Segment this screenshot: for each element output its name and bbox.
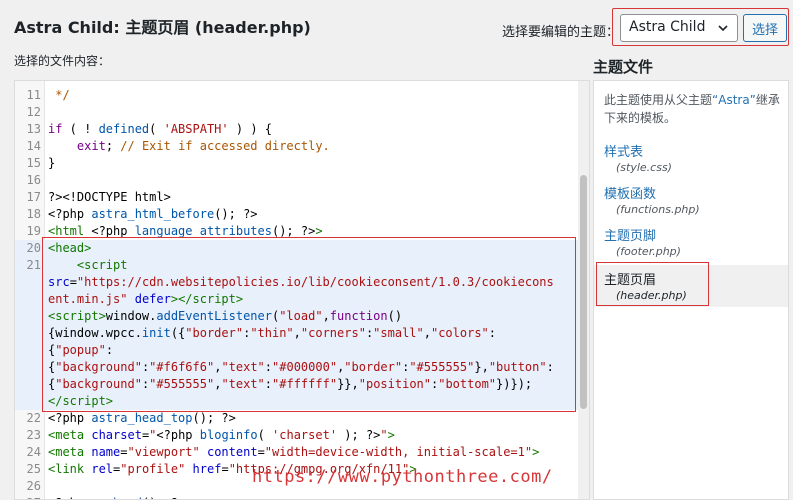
code-line: {window.wpcc.init({"border":"thin","corn… bbox=[15, 325, 589, 342]
code-line: 19 <html <?php language_attributes(); ?>> bbox=[26, 224, 323, 238]
code-line: 11 */ bbox=[26, 88, 70, 102]
code-line: 27<?php wp_head(); ?> bbox=[15, 495, 589, 499]
code-line: 18 <?php astra_html_before(); ?> bbox=[26, 207, 258, 221]
file-item-filename: (footer.php) bbox=[616, 245, 681, 258]
file-item-functions[interactable]: 模板函数 (functions.php) bbox=[594, 183, 788, 225]
code-line: 20 <head> bbox=[15, 240, 589, 257]
code-line: 21 <script bbox=[15, 257, 589, 274]
file-item-filename: (functions.php) bbox=[616, 203, 700, 216]
code-line: 17 ?><!DOCTYPE html> bbox=[26, 190, 171, 204]
code-line: <script>window.addEventListener("load",f… bbox=[15, 308, 589, 325]
file-item-header[interactable]: 主题页眉 (header.php) bbox=[594, 265, 788, 307]
file-item-label[interactable]: 主题页脚 bbox=[604, 225, 656, 244]
sidebar-title: 主题文件 bbox=[593, 58, 654, 76]
code-line: 13 if ( ! defined( 'ABSPATH' ) ) { bbox=[26, 122, 272, 136]
code-line: 14 exit; // Exit if accessed directly. bbox=[26, 139, 330, 153]
file-item-footer[interactable]: 主题页脚 (footer.php) bbox=[594, 225, 788, 267]
code-line: {"background":"#555555","text":"#ffffff"… bbox=[15, 376, 589, 393]
file-item-style[interactable]: 样式表 (style.css) bbox=[594, 141, 788, 183]
code-line: 15} bbox=[26, 156, 56, 170]
file-item-label[interactable]: 主题页眉 bbox=[604, 269, 656, 288]
scrollbar-thumb[interactable] bbox=[580, 175, 587, 409]
code-line: {"popup": bbox=[15, 342, 589, 359]
theme-select-label: 选择要编辑的主题： bbox=[502, 25, 620, 40]
file-item-filename: (header.php) bbox=[616, 289, 687, 302]
editor-scrollbar[interactable] bbox=[578, 81, 589, 499]
sidebar-description: 此主题使用从父主题“Astra”继承下来的模板。 bbox=[604, 93, 780, 125]
theme-select-value: Astra Child bbox=[629, 19, 706, 35]
theme-select[interactable]: Astra Child bbox=[620, 14, 738, 42]
code-content[interactable]: 11 */ 12 13 if ( ! defined( 'ABSPATH' ) )… bbox=[15, 81, 589, 499]
code-line: 22 <?php astra_head_top(); ?> bbox=[26, 411, 236, 425]
code-line: {"background":"#f6f6f6","text":"#000000"… bbox=[15, 359, 589, 376]
file-item-label[interactable]: 样式表 bbox=[604, 141, 643, 160]
theme-files-sidebar: 此主题使用从父主题“Astra”继承下来的模板。 样式表 (style.css)… bbox=[593, 80, 789, 500]
page-title: Astra Child: 主题页眉 (header.php) bbox=[14, 18, 311, 37]
code-line: ent.min.js" defer></script> bbox=[15, 291, 589, 308]
select-theme-button[interactable]: 选择 bbox=[743, 14, 787, 42]
code-line: </script> bbox=[15, 393, 589, 410]
code-line: 16 bbox=[26, 173, 41, 187]
watermark: https://www.pythonthree.com/ bbox=[252, 467, 553, 487]
file-content-label: 选择的文件内容： bbox=[14, 54, 111, 68]
code-line: src="https://cdn.websitepolicies.io/lib/… bbox=[15, 274, 589, 291]
code-line: 24 <meta name="viewport" content="width=d… bbox=[26, 445, 540, 459]
code-line: 23 <meta charset="<?php bloginfo( 'charse… bbox=[26, 428, 395, 442]
chevron-down-icon bbox=[718, 25, 728, 32]
code-line: 12 bbox=[26, 105, 41, 119]
file-item-label[interactable]: 模板函数 bbox=[604, 183, 656, 202]
code-editor[interactable]: 11 */ 12 13 if ( ! defined( 'ABSPATH' ) )… bbox=[14, 80, 590, 500]
file-item-filename: (style.css) bbox=[616, 161, 672, 174]
